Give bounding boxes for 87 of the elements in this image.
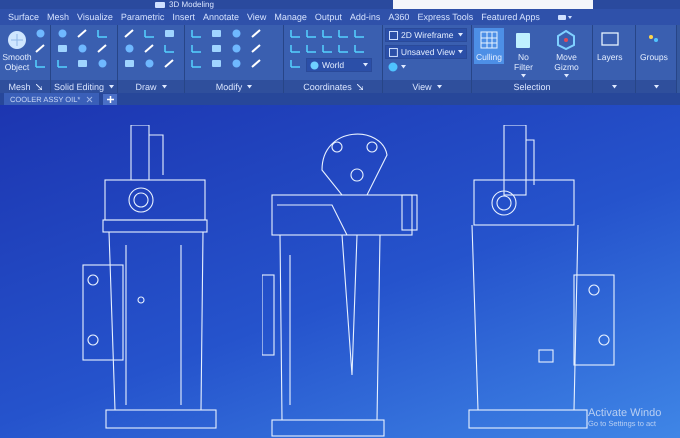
- ribbon-tab[interactable]: Output: [310, 9, 346, 25]
- tool-icon[interactable]: [144, 28, 155, 39]
- launcher-icon[interactable]: [36, 84, 42, 90]
- tool-icon[interactable]: [231, 58, 242, 69]
- tool-icon[interactable]: [211, 28, 222, 39]
- sphere-icon[interactable]: [7, 30, 27, 50]
- ribbon-tab[interactable]: Parametric: [116, 9, 168, 25]
- window-title: 3D Modeling: [169, 0, 214, 9]
- tool-icon[interactable]: [77, 43, 88, 54]
- ribbon-tab[interactable]: View: [242, 9, 270, 25]
- tool-icon[interactable]: [290, 58, 301, 69]
- sphere-icon[interactable]: [388, 62, 398, 72]
- panel-title: Selection: [513, 82, 551, 92]
- tool-icon[interactable]: [354, 28, 365, 39]
- panel-title: Modify: [216, 82, 242, 92]
- tool-icon[interactable]: [191, 58, 202, 69]
- view-dropdown[interactable]: 2D Wireframe: [385, 28, 467, 42]
- tool-icon[interactable]: [191, 28, 202, 39]
- tool-icon[interactable]: [164, 28, 175, 39]
- grid-cube-icon[interactable]: [479, 30, 499, 50]
- tool-icon[interactable]: [124, 43, 135, 54]
- new-tab-button[interactable]: [103, 94, 118, 105]
- plus-icon[interactable]: [106, 96, 114, 103]
- activation-title: Activate Windo: [588, 407, 662, 419]
- tool-icon[interactable]: [124, 58, 135, 69]
- caret-icon[interactable]: [247, 84, 252, 88]
- tool-icon[interactable]: [57, 43, 68, 54]
- caret-icon[interactable]: [363, 63, 368, 67]
- tool-icon[interactable]: [290, 43, 301, 54]
- tool-icon[interactable]: [322, 28, 333, 39]
- tool-icon[interactable]: [97, 58, 108, 69]
- panel-title: Solid Editing: [54, 82, 104, 92]
- tool-icon[interactable]: [338, 43, 349, 54]
- ribbon-tab[interactable]: Insert: [168, 9, 199, 25]
- caret-icon[interactable]: [401, 65, 406, 69]
- caret-icon[interactable]: [109, 84, 114, 88]
- caret-icon[interactable]: [612, 84, 616, 88]
- coordinate-dropdown[interactable]: World: [306, 58, 372, 72]
- globe-icon[interactable]: [310, 60, 319, 70]
- tool-icon[interactable]: [231, 28, 242, 39]
- caret-icon[interactable]: [458, 33, 463, 37]
- workspace-icon[interactable]: [558, 14, 572, 20]
- tool-icon[interactable]: [322, 43, 333, 54]
- ribbon-tab[interactable]: Mesh: [43, 9, 74, 25]
- launcher-icon[interactable]: [356, 84, 363, 90]
- tool-icon[interactable]: [35, 28, 46, 39]
- panel-title: Draw: [135, 82, 156, 92]
- gizmo-icon[interactable]: [556, 30, 576, 50]
- view-dropdown[interactable]: Unsaved View: [385, 45, 467, 59]
- panel-title: Mesh: [8, 82, 30, 92]
- tool-icon[interactable]: [231, 43, 242, 54]
- tool-icon[interactable]: [164, 43, 175, 54]
- tool-icon[interactable]: [306, 43, 317, 54]
- tool-icon[interactable]: [77, 58, 88, 69]
- tool-icon[interactable]: [97, 28, 108, 39]
- tool-icon[interactable]: [338, 28, 349, 39]
- tool-icon[interactable]: [211, 43, 222, 54]
- tool-icon[interactable]: [144, 58, 155, 69]
- caret-icon[interactable]: [520, 74, 526, 78]
- ribbon-tab[interactable]: Manage: [270, 9, 311, 25]
- caret-icon[interactable]: [162, 84, 166, 88]
- ribbon-tab[interactable]: A360: [384, 9, 414, 25]
- tool-icon[interactable]: [306, 28, 317, 39]
- ribbon-tab[interactable]: Add-ins: [346, 9, 384, 25]
- caret-icon[interactable]: [654, 84, 658, 88]
- ribbon-button[interactable]: Move Gizmo: [542, 28, 590, 80]
- ribbon-tab[interactable]: Annotate: [198, 9, 243, 25]
- ribbon-tab[interactable]: Visualize: [73, 9, 117, 25]
- tool-icon[interactable]: [354, 43, 365, 54]
- tool-icon[interactable]: [57, 58, 68, 69]
- ribbon-button[interactable]: No Filter: [507, 28, 540, 80]
- tool-icon[interactable]: [57, 28, 68, 39]
- panel-title: Coordinates: [303, 82, 352, 92]
- ribbon-tab[interactable]: Featured Apps: [477, 9, 544, 25]
- ribbon-tab[interactable]: Express Tools: [413, 9, 478, 25]
- caret-icon[interactable]: [436, 84, 442, 88]
- panel-title: View: [412, 82, 432, 92]
- tool-icon[interactable]: [35, 58, 46, 69]
- tool-icon[interactable]: [211, 58, 222, 69]
- caret-icon[interactable]: [564, 74, 569, 78]
- search-field[interactable]: [392, 0, 593, 9]
- tool-icon[interactable]: [191, 43, 202, 54]
- close-icon[interactable]: [86, 96, 94, 102]
- ribbon-tab[interactable]: Surface: [4, 9, 44, 25]
- tool-icon[interactable]: [290, 28, 301, 39]
- caret-icon[interactable]: [458, 50, 463, 54]
- cube-icon[interactable]: [155, 0, 165, 8]
